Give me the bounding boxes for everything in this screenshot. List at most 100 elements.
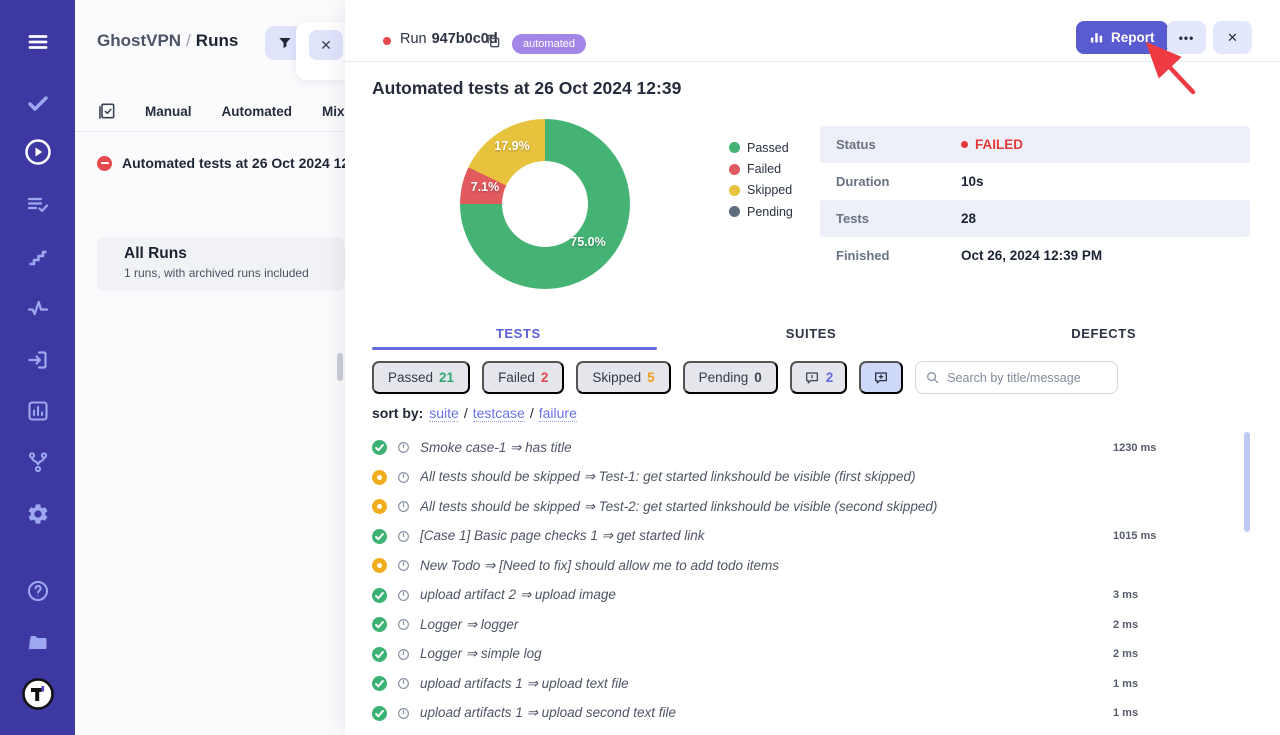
tab-suites[interactable]: SUITES (665, 318, 958, 355)
projects-folder-icon[interactable] (25, 630, 51, 654)
run-type-tab-manual[interactable]: Manual (145, 104, 192, 119)
test-title: New Todo ⇒ [Need to fix] should allow me… (420, 558, 1113, 574)
filter-chip-pending[interactable]: Pending0 (683, 361, 778, 394)
legend-dot (729, 206, 740, 217)
test-row[interactable]: upload artifacts 1 ⇒ upload text file 1 … (372, 669, 1250, 699)
all-runs-subtitle: 1 runs, with archived runs included (124, 266, 345, 280)
more-actions-button[interactable]: ••• (1167, 21, 1206, 54)
legend-dot (729, 164, 740, 175)
passed-status-icon (372, 529, 387, 544)
test-row[interactable]: [Case 1] Basic page checks 1 ⇒ get start… (372, 522, 1250, 552)
report-button[interactable]: Report (1076, 21, 1168, 54)
search-icon (925, 370, 940, 385)
steps-icon[interactable] (26, 245, 50, 269)
left-panel-scrollbar[interactable] (337, 353, 343, 381)
test-title: Logger ⇒ simple log (420, 646, 1113, 662)
test-row[interactable]: upload artifact 2 ⇒ upload image 3 ms (372, 581, 1250, 611)
copy-icon[interactable] (484, 32, 502, 53)
run-type-tab-mixed[interactable]: Mixed (322, 104, 345, 119)
filter-chip-failed[interactable]: Failed2 (482, 361, 564, 394)
test-row[interactable]: New Todo ⇒ [Need to fix] should allow me… (372, 551, 1250, 581)
filter-chip-skipped[interactable]: Skipped5 (576, 361, 670, 394)
filter-chips-row: Passed21 Failed2 Skipped5 Pending0 2 (372, 361, 1118, 394)
passed-status-icon (372, 676, 387, 691)
sign-in-icon[interactable] (26, 348, 50, 372)
sort-row: sort by: suite/testcase/failure (372, 405, 579, 421)
legend-item-skipped[interactable]: Skipped (729, 180, 793, 201)
filter-chip-passed[interactable]: Passed21 (372, 361, 470, 394)
legend-label: Pending (747, 205, 793, 219)
test-title: upload artifact 2 ⇒ upload image (420, 587, 1113, 603)
breadcrumb-project[interactable]: GhostVPN (97, 31, 181, 50)
legend-item-failed[interactable]: Failed (729, 158, 793, 179)
search-box (915, 361, 1118, 394)
legend-dot (729, 185, 740, 196)
chip-label: Passed (388, 370, 433, 385)
activity-icon[interactable] (26, 296, 50, 320)
check-icon[interactable] (26, 91, 50, 115)
comments-count: 2 (826, 370, 834, 385)
summary-label: Status (820, 137, 944, 152)
clock-icon (397, 677, 410, 690)
test-row[interactable]: Smoke case-1 ⇒ has title 1230 ms (372, 433, 1250, 463)
test-row[interactable]: Logger ⇒ logger 2 ms (372, 610, 1250, 640)
app-logo[interactable] (21, 677, 55, 711)
test-results-list: Smoke case-1 ⇒ has title 1230 ms All tes… (372, 433, 1250, 728)
filter-popover-fragment: ✕ (296, 22, 345, 80)
tab-defects[interactable]: DEFECTS (957, 318, 1250, 355)
play-circle-icon[interactable] (23, 137, 53, 167)
summary-value: 10s (944, 174, 984, 189)
clock-icon (397, 648, 410, 661)
skipped-status-icon (372, 499, 387, 514)
checklist-icon[interactable] (26, 193, 50, 217)
report-chart-icon[interactable] (26, 399, 50, 423)
close-run-button[interactable]: ✕ (1213, 21, 1252, 54)
chip-count: 2 (541, 370, 549, 385)
divider (75, 131, 345, 132)
test-row[interactable]: Logger ⇒ simple log 2 ms (372, 640, 1250, 670)
menu-icon[interactable] (25, 30, 51, 54)
test-title: All tests should be skipped ⇒ Test-1: ge… (420, 469, 1113, 485)
sort-link-failure[interactable]: failure (539, 405, 577, 422)
legend-dot (729, 142, 740, 153)
add-comment-chip[interactable] (859, 361, 903, 394)
runs-panel: GhostVPN/Runs ✕ ManualAutomatedMixed Aut… (75, 0, 345, 735)
sidebar (0, 0, 75, 735)
legend-label: Failed (747, 162, 781, 176)
comments-filter-chip[interactable]: 2 (790, 361, 848, 394)
clipboard-check-icon[interactable] (97, 101, 117, 121)
summary-row-status: StatusFAILED (820, 126, 1250, 163)
sort-link-testcase[interactable]: testcase (473, 405, 525, 422)
search-input[interactable] (947, 371, 1108, 385)
legend-item-passed[interactable]: Passed (729, 137, 793, 158)
legend-label: Passed (747, 141, 789, 155)
funnel-icon (277, 35, 293, 51)
sort-separator: / (461, 405, 471, 421)
run-type-tab-automated[interactable]: Automated (222, 104, 293, 119)
legend-item-pending[interactable]: Pending (729, 201, 793, 222)
test-row[interactable]: All tests should be skipped ⇒ Test-2: ge… (372, 492, 1250, 522)
run-list-item[interactable]: Automated tests at 26 Oct 2024 12:39 (97, 155, 345, 171)
summary-label: Finished (820, 248, 944, 263)
slice-label-skipped: 17.9% (485, 139, 539, 153)
test-list-scrollbar[interactable] (1244, 432, 1250, 532)
summary-row-tests: Tests28 (820, 200, 1250, 237)
test-row[interactable]: upload artifacts 1 ⇒ upload second text … (372, 699, 1250, 729)
all-runs-card[interactable]: All Runs 1 runs, with archived runs incl… (97, 237, 345, 291)
chip-count: 0 (754, 370, 762, 385)
filter-close-button[interactable]: ✕ (309, 30, 343, 60)
sort-link-suite[interactable]: suite (429, 405, 459, 422)
skipped-status-icon (372, 558, 387, 573)
summary-value: 28 (944, 211, 976, 226)
run-status-dot (383, 37, 391, 45)
branch-icon[interactable] (26, 450, 50, 474)
test-row[interactable]: All tests should be skipped ⇒ Test-1: ge… (372, 463, 1250, 493)
gear-icon[interactable] (26, 502, 50, 526)
test-duration: 1 ms (1113, 678, 1250, 690)
report-button-label: Report (1111, 30, 1155, 45)
slice-label-passed: 75.0% (561, 235, 615, 249)
run-item-title: Automated tests at 26 Oct 2024 12:39 (122, 155, 345, 171)
summary-label: Duration (820, 174, 944, 189)
help-icon[interactable] (26, 579, 50, 603)
test-title: upload artifacts 1 ⇒ upload text file (420, 676, 1113, 692)
